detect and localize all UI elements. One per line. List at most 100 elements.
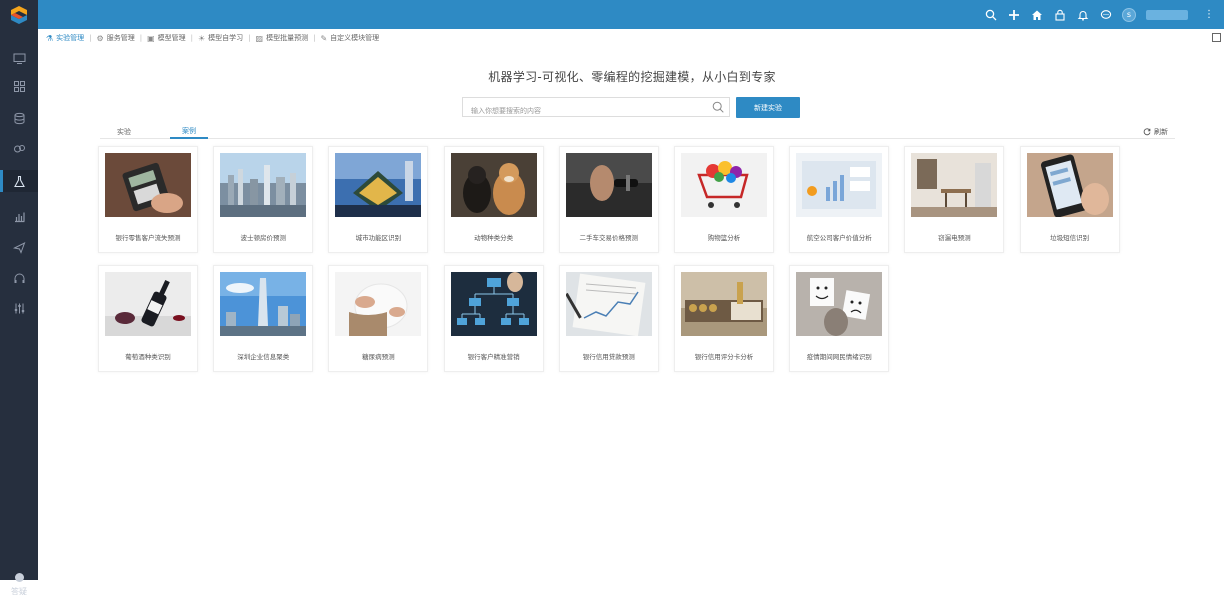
case-thumbnail [796,153,883,217]
bulb-icon: ☀ [197,33,206,43]
refresh-button[interactable]: 刷新 [1143,127,1168,137]
tab-cases[interactable]: 案例 [170,124,208,139]
sliders-icon [14,303,24,313]
case-thumbnail [450,272,537,336]
search-input[interactable] [463,102,703,120]
gear-cubes-icon [13,144,25,152]
flask-icon [13,175,25,187]
refresh-icon [1143,128,1151,136]
case-card[interactable]: 窃漏电预测 [904,146,1005,253]
nav-item-models[interactable]: ▣ 模型管理 [147,33,186,43]
bar-chart-icon [14,212,25,222]
case-card[interactable]: 银行信用评分卡分析 [674,265,774,372]
case-thumbnail [105,153,191,217]
tab-experiments[interactable]: 实验 [105,124,143,139]
sidebar-item-support[interactable] [0,267,38,289]
case-card[interactable]: 银行零售客户流失预测 [98,146,198,253]
case-title: 城市功能区识别 [355,234,402,242]
case-thumbnail [220,153,307,217]
case-thumbnail [681,272,767,336]
case-title: 购物篮分析 [707,234,741,242]
more-icon[interactable]: ⋮ [1204,9,1214,20]
case-card[interactable]: 银行信用贷款预测 [558,265,659,372]
monitor-icon [13,53,25,64]
case-title: 银行零售客户流失预测 [115,234,181,242]
case-card[interactable]: 深圳企业信息聚类 [213,265,314,372]
case-card[interactable]: 垃圾短信识别 [1019,146,1120,253]
sidebar-item-experiments[interactable] [0,170,38,192]
case-title: 深圳企业信息聚类 [237,353,290,361]
lock-icon[interactable] [1053,8,1066,21]
nav-item-batch-predict[interactable]: ▨ 模型批量预测 [256,33,309,43]
bell-icon[interactable] [1076,8,1089,21]
case-title: 二手车交易价格预测 [579,234,639,242]
case-title: 糖尿病预测 [362,353,395,361]
home-icon[interactable] [1030,8,1043,21]
sidebar: 答疑 [0,29,38,596]
case-thumbnail [450,153,537,217]
help-icon [14,573,24,582]
paper-plane-icon [12,241,25,254]
sidebar-item-models[interactable] [0,137,38,159]
maximize-icon[interactable] [1212,33,1221,42]
case-title: 疫情期间网民情绪识别 [806,353,872,361]
case-card[interactable]: 葡萄酒种类识别 [98,265,198,372]
gear-icon: ⚙ [96,33,104,43]
module-nav: ⚗ 实验管理 | ⚙ 服务管理 | ▣ 模型管理 | ☀ 模型自学习 | ▨ 模型批量预测… [46,33,380,43]
sidebar-item-publish[interactable] [0,236,38,258]
new-experiment-button[interactable]: 新建实验 [736,97,800,118]
case-card[interactable]: 银行客户精准营销 [443,265,544,372]
search-icon[interactable] [712,101,724,113]
logo-icon [11,5,27,24]
sidebar-item-reports[interactable] [0,205,38,227]
top-bar: s ⋮ [0,0,1224,29]
username-redacted[interactable] [1146,9,1188,20]
chat-icon[interactable] [1099,8,1112,21]
help-button[interactable]: 答疑 [0,573,38,597]
search-box [462,97,730,120]
case-card[interactable]: 动物种类分类 [443,146,544,253]
case-card[interactable]: 购物篮分析 [674,146,774,253]
database-icon [14,112,24,124]
search-icon[interactable] [984,8,997,21]
case-title: 垃圾短信识别 [1050,234,1090,242]
case-title: 波士顿房价预测 [240,234,286,242]
case-thumbnail [911,153,998,217]
case-card[interactable]: 二手车交易价格预测 [558,146,659,253]
case-thumbnail [681,153,767,217]
case-thumbnail [335,272,422,336]
case-title: 银行客户精准营销 [467,353,520,361]
case-thumbnail [335,153,422,217]
edit-icon: ✎ [320,33,328,43]
case-thumbnail [796,272,883,336]
help-label: 答疑 [11,587,27,596]
nav-item-services[interactable]: ⚙ 服务管理 [97,33,135,43]
sidebar-item-database[interactable] [0,107,38,129]
cube-icon: ▣ [147,33,155,43]
case-thumbnail [1026,153,1113,217]
case-card[interactable]: 糖尿病预测 [328,265,429,372]
case-title: 航空公司客户价值分析 [806,234,872,242]
headset-icon [14,273,24,283]
case-thumbnail [565,153,652,217]
nav-item-custom-modules[interactable]: ✎ 自定义模块管理 [320,33,379,43]
case-title: 银行信用贷款预测 [582,353,635,361]
tab-bar: 实验 案例 [100,124,1175,139]
sidebar-item-monitor[interactable] [0,47,38,69]
nav-item-experiments[interactable]: ⚗ 实验管理 [46,33,84,43]
case-card[interactable]: 疫情期间网民情绪识别 [789,265,890,372]
case-title: 动物种类分类 [474,234,514,242]
avatar[interactable]: s [1122,7,1136,22]
case-title: 银行信用评分卡分析 [694,353,754,361]
case-title: 窃漏电预测 [938,234,971,242]
case-thumbnail [105,272,191,336]
plus-icon[interactable] [1007,8,1020,21]
case-card[interactable]: 航空公司客户价值分析 [789,146,890,253]
case-thumbnail [565,272,652,336]
case-card[interactable]: 波士顿房价预测 [213,146,314,253]
case-card[interactable]: 城市功能区识别 [328,146,429,253]
nav-item-self-learning[interactable]: ☀ 模型自学习 [198,33,243,43]
app-logo[interactable] [0,0,38,29]
sidebar-item-settings[interactable] [0,297,38,319]
case-title: 葡萄酒种类识别 [125,353,171,361]
